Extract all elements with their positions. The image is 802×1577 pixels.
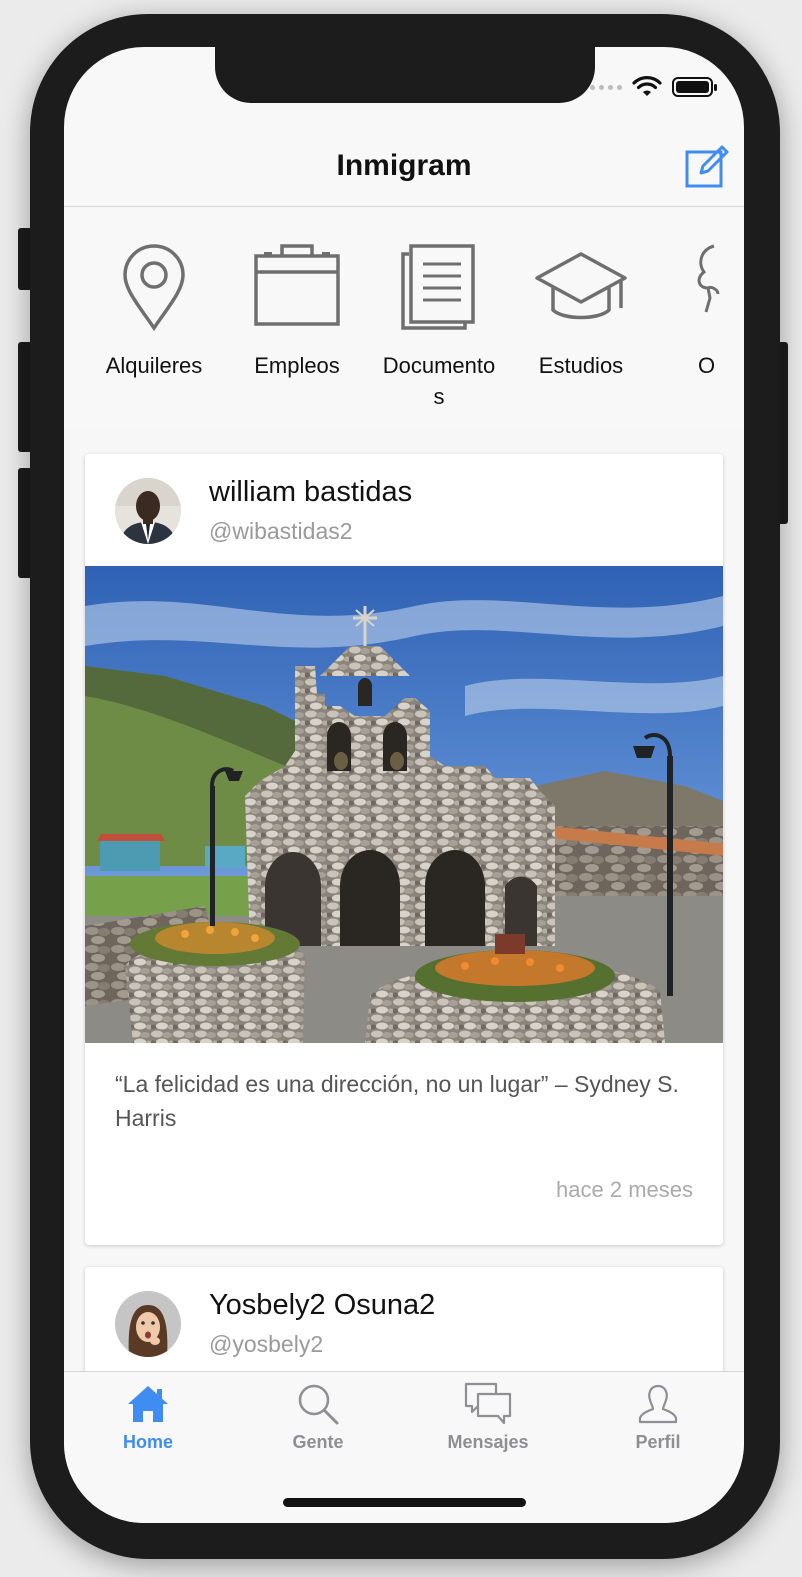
compose-icon[interactable] — [684, 143, 730, 189]
tab-gente[interactable]: Gente — [258, 1382, 378, 1453]
chat-bubbles-icon — [464, 1382, 512, 1425]
person-icon — [638, 1384, 678, 1424]
category-documentos[interactable]: Documentos — [369, 242, 509, 412]
category-otros[interactable]: O — [654, 242, 744, 381]
post-author-name[interactable]: william bastidas — [209, 476, 412, 509]
category-label: Documentos — [382, 353, 496, 409]
category-label: Estudios — [538, 353, 624, 378]
search-icon — [298, 1384, 339, 1425]
home-indicator[interactable] — [283, 1498, 526, 1507]
briefcase-icon — [254, 244, 340, 326]
category-empleos[interactable]: Empleos — [227, 242, 367, 381]
avatar[interactable] — [115, 478, 181, 544]
category-label: Empleos — [254, 353, 340, 378]
screen: Inmigram Alquileres Empleos Documentos E… — [64, 47, 744, 1523]
post-caption: “La felicidad es una dirección, no un lu… — [115, 1071, 679, 1131]
tab-label: Mensajes — [447, 1432, 529, 1452]
post-photo[interactable] — [85, 566, 723, 1043]
category-label: O — [698, 353, 716, 378]
tab-label: Home — [122, 1432, 173, 1452]
post-author-name[interactable]: Yosbely2 Osuna2 — [209, 1289, 435, 1322]
post-card[interactable]: william bastidas @wibastidas2 “La felici… — [85, 454, 723, 1245]
post-author-handle: @wibastidas2 — [209, 518, 353, 544]
category-estudios[interactable]: Estudios — [511, 242, 651, 381]
category-label: Alquileres — [105, 353, 203, 378]
home-icon — [128, 1386, 168, 1422]
location-pin-icon — [123, 244, 185, 332]
post-timestamp: hace 2 meses — [556, 1177, 693, 1202]
tab-mensajes[interactable]: Mensajes — [428, 1382, 548, 1453]
post-author-handle: @yosbely2 — [209, 1331, 324, 1357]
notch — [215, 47, 595, 103]
other-icon — [697, 244, 720, 313]
wifi-icon — [632, 76, 662, 96]
graduation-cap-icon — [535, 252, 627, 320]
tab-perfil[interactable]: Perfil — [598, 1382, 718, 1453]
tab-home[interactable]: Home — [88, 1382, 208, 1453]
feed[interactable]: Alquileres Empleos Documentos Estudios O… — [64, 208, 744, 1371]
post-header: william bastidas @wibastidas2 — [85, 454, 723, 566]
navigation-bar: Inmigram — [64, 127, 744, 207]
tab-label: Perfil — [635, 1432, 681, 1452]
post-header: Yosbely2 Osuna2 @yosbely2 — [85, 1267, 723, 1371]
avatar[interactable] — [115, 1291, 181, 1357]
documents-icon — [401, 244, 475, 330]
status-bar — [590, 75, 718, 99]
battery-icon — [672, 77, 717, 97]
signal-icon — [590, 84, 622, 90]
post-card[interactable]: Yosbely2 Osuna2 @yosbely2 — [85, 1267, 723, 1371]
categories-scroller[interactable]: Alquileres Empleos Documentos Estudios O — [64, 208, 744, 428]
tab-label: Gente — [292, 1432, 344, 1452]
app-title: Inmigram — [336, 149, 472, 182]
category-alquileres[interactable]: Alquileres — [84, 242, 224, 381]
